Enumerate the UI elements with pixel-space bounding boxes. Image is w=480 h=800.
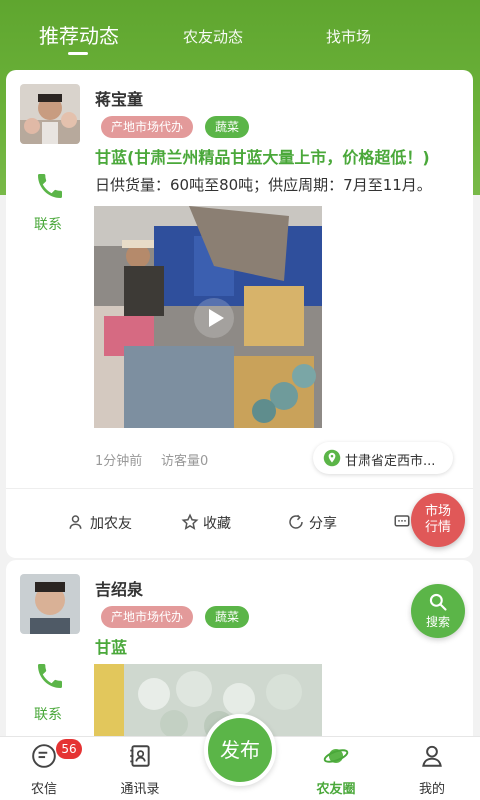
contacts-icon: [130, 745, 150, 767]
nav-friends-circle[interactable]: 农友圈: [296, 737, 376, 800]
play-icon[interactable]: [194, 298, 234, 338]
add-friend-label: 加农友: [90, 516, 132, 532]
tag-agent: 产地市场代办: [101, 116, 194, 138]
nav-contacts[interactable]: 通讯录: [100, 737, 180, 800]
message-icon: [32, 744, 56, 768]
nav-mine[interactable]: 我的: [392, 737, 472, 800]
post-time: 1分钟前: [95, 454, 143, 469]
tab-find-market[interactable]: 找市场: [326, 26, 371, 47]
video-thumbnail[interactable]: [94, 206, 322, 428]
avatar[interactable]: [20, 574, 80, 634]
location-text: 甘肃省定西市...: [345, 454, 436, 469]
market-quotes-button[interactable]: 市场 行情: [411, 493, 465, 547]
share-icon: [289, 514, 303, 529]
nav-circle-label: 农友圈: [316, 782, 356, 797]
tag-category: 蔬菜: [205, 116, 250, 138]
author-name[interactable]: 蒋宝童: [95, 86, 143, 110]
contact-label[interactable]: 联系: [34, 214, 62, 234]
post-headline[interactable]: 甘蓝(甘肃兰州精品甘蓝大量上市，价格超低！): [95, 144, 430, 168]
publish-button[interactable]: 发布: [204, 714, 276, 786]
post-supply-info: 日供货量：60吨至80吨；供应周期：7月至11月。: [95, 176, 432, 194]
tab-friends-feed[interactable]: 农友动态: [183, 26, 243, 47]
top-tabs: 推荐动态 农友动态 找市场: [0, 0, 480, 62]
user-icon: [422, 745, 442, 767]
phone-icon[interactable]: [34, 170, 66, 202]
favorite-label: 收藏: [203, 516, 231, 532]
post-headline[interactable]: 甘蓝: [95, 634, 127, 658]
comment-icon: [394, 515, 410, 527]
view-count: 访客量0: [161, 454, 209, 469]
nav-contacts-label: 通讯录: [120, 782, 160, 797]
location-pin-icon: [323, 449, 341, 467]
star-icon: [181, 513, 199, 530]
share-label: 分享: [309, 516, 337, 532]
phone-icon[interactable]: [34, 660, 66, 692]
nav-mine-label: 我的: [418, 782, 445, 797]
unread-badge: 56: [56, 739, 82, 759]
market-label-line2: 行情: [424, 520, 451, 535]
active-tab-indicator: [68, 52, 88, 55]
search-label: 搜索: [425, 615, 450, 629]
search-button[interactable]: 搜索: [411, 584, 465, 638]
tab-recommended[interactable]: 推荐动态: [39, 20, 119, 49]
tag-category: 蔬菜: [205, 606, 250, 628]
market-label-line1: 市场: [424, 504, 451, 519]
nav-messages[interactable]: 56 农信: [4, 737, 84, 800]
search-icon: [429, 593, 447, 611]
author-name[interactable]: 吉绍泉: [95, 576, 143, 600]
post-card[interactable]: 蒋宝童 产地市场代办 蔬菜 甘蓝(甘肃兰州精品甘蓝大量上市，价格超低！) 日供货…: [6, 70, 473, 558]
contact-label[interactable]: 联系: [34, 704, 62, 724]
planet-icon: [323, 748, 349, 764]
user-plus-icon: [69, 515, 82, 529]
divider: [6, 488, 473, 489]
avatar[interactable]: [20, 84, 80, 144]
nav-messages-label: 农信: [30, 782, 57, 797]
location-chip[interactable]: 甘肃省定西市...: [313, 442, 453, 474]
tag-agent: 产地市场代办: [101, 606, 194, 628]
